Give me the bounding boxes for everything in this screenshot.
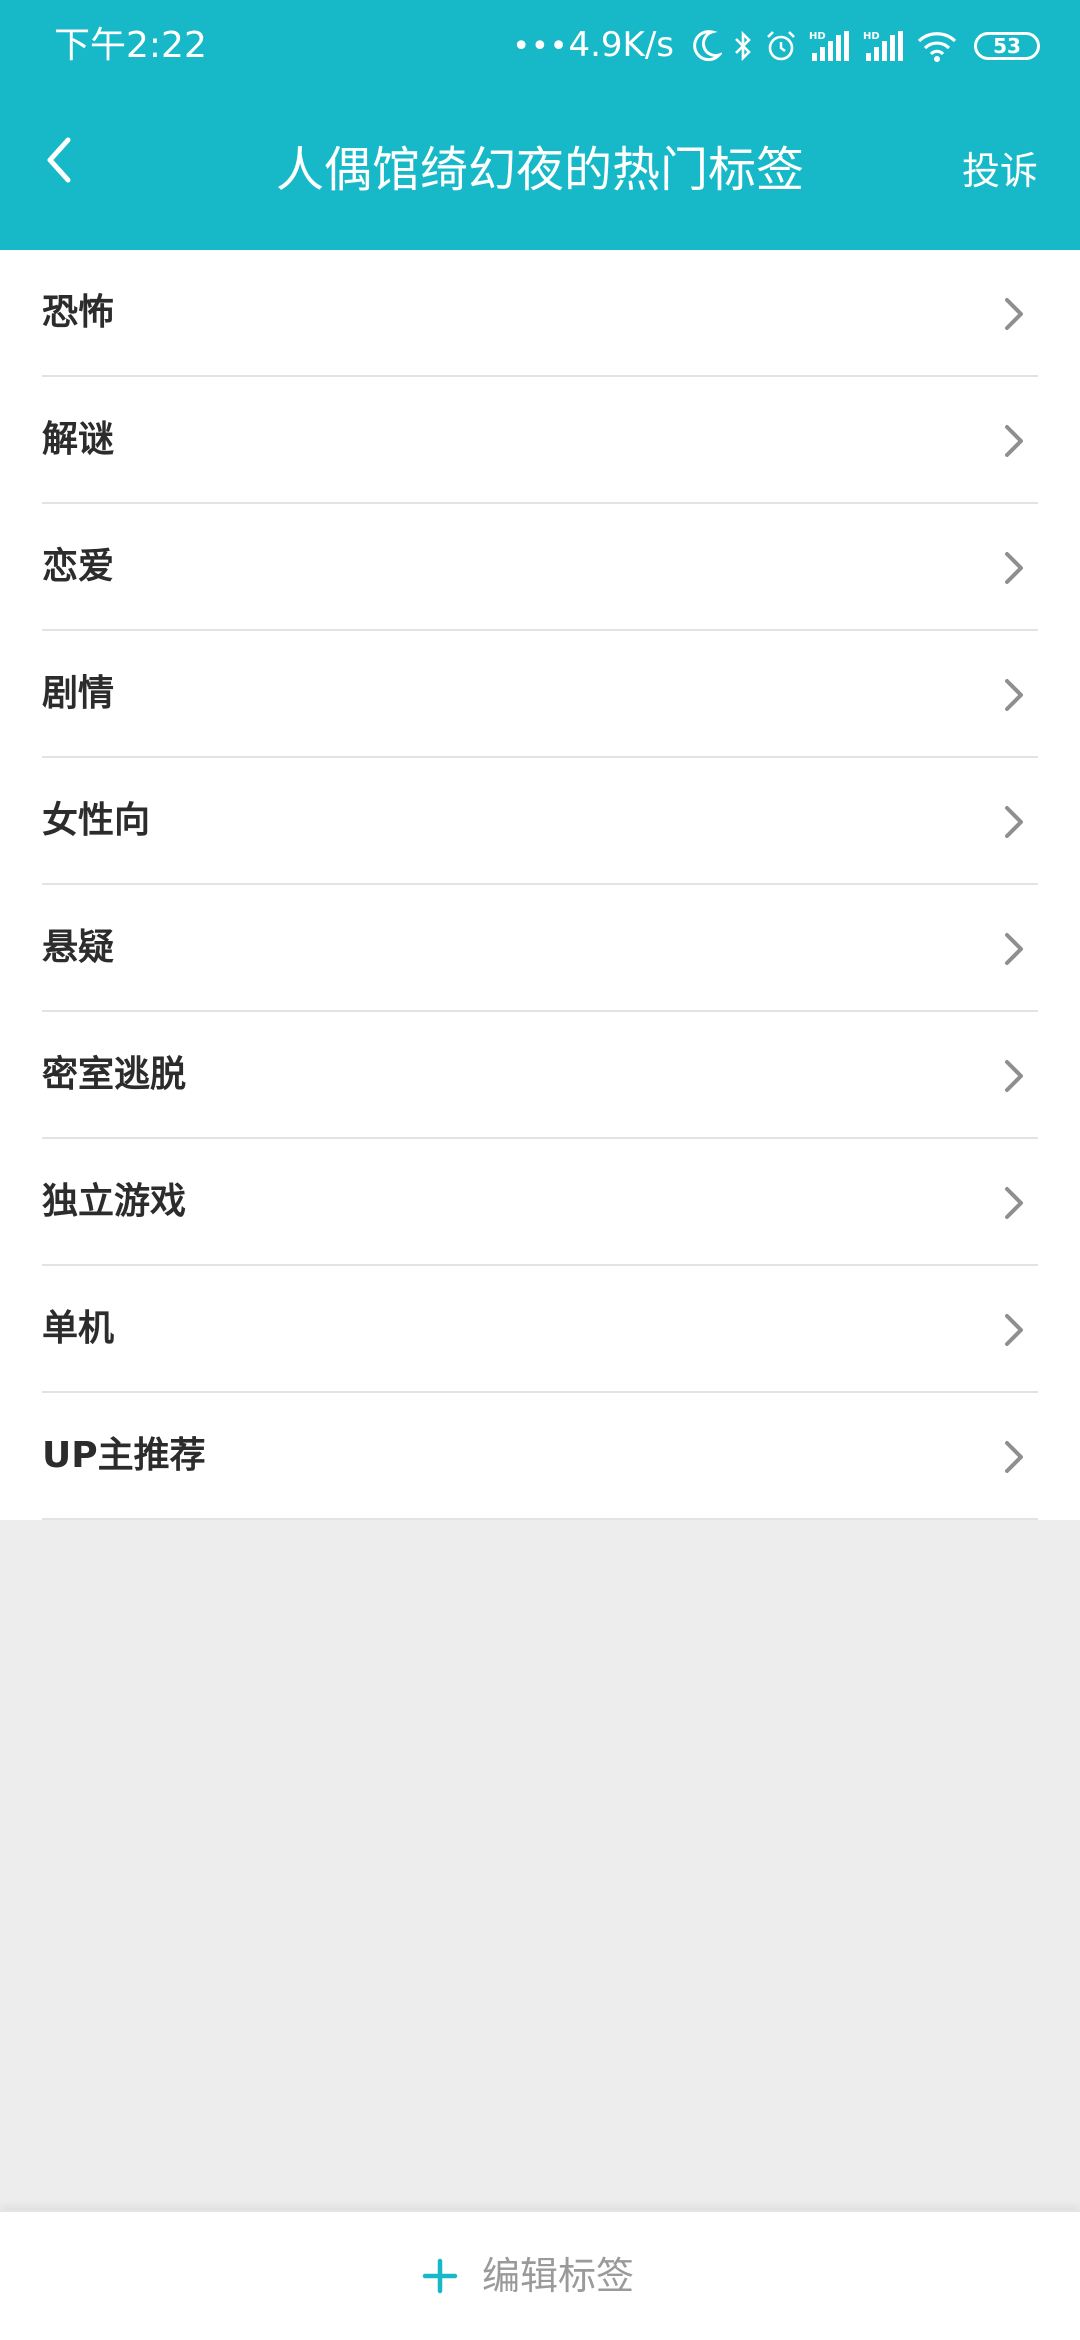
tag-label: 女性向 [42, 800, 151, 841]
tag-item[interactable]: 密室逃脱 [0, 1012, 1080, 1139]
alarm-icon [764, 29, 798, 63]
tag-label: 剧情 [42, 673, 115, 714]
plus-icon [422, 2258, 458, 2294]
tag-label: 恐怖 [42, 292, 115, 333]
tag-item[interactable]: 女性向 [0, 758, 1080, 885]
chevron-right-icon [1005, 425, 1023, 457]
tag-label: 解谜 [42, 419, 115, 460]
moon-icon [692, 29, 722, 63]
svg-text:HD: HD [809, 31, 826, 42]
page-title: 人偶馆绮幻夜的热门标签 [275, 142, 804, 198]
tag-label: 密室逃脱 [42, 1054, 187, 1095]
wifi-icon [916, 29, 958, 63]
chevron-right-icon [1005, 806, 1023, 838]
app-bar: 人偶馆绮幻夜的热门标签 投诉 [0, 92, 1080, 250]
tag-label: 单机 [42, 1308, 115, 1349]
bottom-bar: 编辑标签 [0, 2210, 1080, 2340]
status-bar: 下午2:22 •••4.9K/s HD HD 53 [0, 0, 1080, 92]
chevron-right-icon [1005, 933, 1023, 965]
tag-label: 悬疑 [42, 927, 115, 968]
tag-item[interactable]: 剧情 [0, 631, 1080, 758]
signal-hd-icon: HD [862, 29, 906, 63]
signal-hd-icon: HD [808, 29, 852, 63]
edit-tags-label: 编辑标签 [482, 2254, 635, 2298]
network-speed: •••4.9K/s [512, 21, 674, 71]
bluetooth-icon [732, 29, 754, 63]
back-button[interactable] [30, 130, 90, 190]
tag-item[interactable]: 恐怖 [0, 250, 1080, 377]
tag-label: UP主推荐 [42, 1435, 206, 1476]
chevron-right-icon [1005, 679, 1023, 711]
battery-level: 53 [993, 34, 1021, 58]
edit-tags-button[interactable]: 编辑标签 [420, 2246, 634, 2306]
tag-item[interactable]: 恋爱 [0, 504, 1080, 631]
tag-label: 独立游戏 [42, 1181, 187, 1222]
tag-item[interactable]: 独立游戏 [0, 1139, 1080, 1266]
chevron-right-icon [1005, 1187, 1023, 1219]
network-speed-value: 4.9K/s [568, 25, 674, 65]
chevron-right-icon [1005, 1060, 1023, 1092]
chevron-right-icon [1005, 1441, 1023, 1473]
tag-list: 恐怖 解谜 恋爱 剧情 女性向 悬疑 密室逃脱 独立游戏 单机 UP主推荐 [0, 250, 1080, 1520]
complain-button[interactable]: 投诉 [962, 146, 1038, 196]
tag-item[interactable]: 单机 [0, 1266, 1080, 1393]
chevron-right-icon [1005, 298, 1023, 330]
tag-item[interactable]: UP主推荐 [0, 1393, 1080, 1520]
tag-item[interactable]: 悬疑 [0, 885, 1080, 1012]
chevron-right-icon [1005, 552, 1023, 584]
battery-icon: 53 [974, 32, 1040, 60]
network-dots: ••• [512, 29, 569, 64]
chevron-right-icon [1005, 1314, 1023, 1346]
svg-text:HD: HD [863, 31, 880, 42]
back-arrow-icon [47, 137, 71, 183]
tag-label: 恋爱 [42, 546, 115, 587]
status-time: 下午2:22 [54, 25, 207, 66]
tag-item[interactable]: 解谜 [0, 377, 1080, 504]
status-indicators: •••4.9K/s HD HD 53 [512, 20, 1040, 72]
